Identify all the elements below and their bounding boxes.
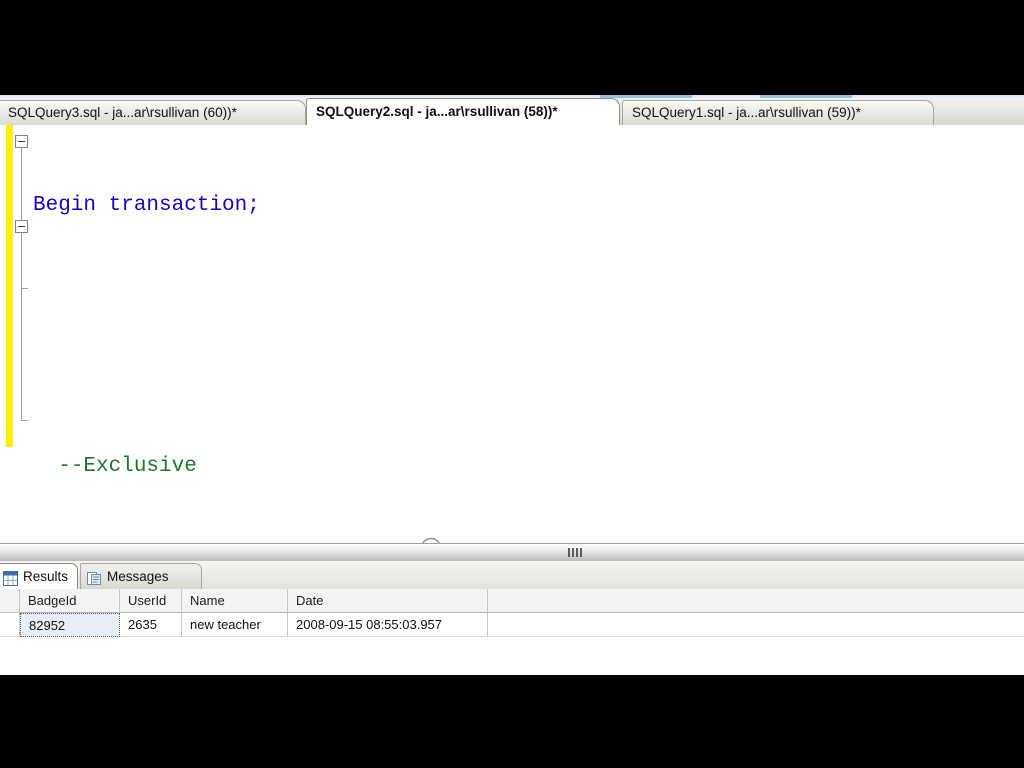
results-grid[interactable]: BadgeId UserId Name Date 82952 2635 new …: [0, 589, 1024, 677]
screenshot-root: SQLQuery3.sql - ja...ar\rsullivan (60))*…: [0, 0, 1024, 768]
token-transaction-lc: transaction: [108, 194, 248, 218]
document-tab-strip: SQLQuery3.sql - ja...ar\rsullivan (60))*…: [0, 98, 1024, 126]
results-tab-strip: Results Messages: [0, 561, 1024, 590]
tab-sqlquery1[interactable]: SQLQuery1.sql - ja...ar\rsullivan (59))*: [622, 100, 934, 125]
fold-line-1: [21, 148, 22, 220]
messages-icon: [87, 569, 102, 585]
fold-line-2: [21, 233, 22, 288]
ssms-window: SQLQuery3.sql - ja...ar\rsullivan (60))*…: [0, 93, 1024, 677]
token-semicolon-0: ;: [247, 194, 260, 218]
tab-messages-label: Messages: [107, 569, 169, 584]
results-pane: Results Messages BadgeId UserId Name Dat…: [0, 561, 1024, 677]
fold-box-begin-transaction[interactable]: [15, 135, 28, 148]
code-text[interactable]: Begin transaction; --Exclusive UPDATE ba…: [33, 125, 1013, 543]
cell-badgeid[interactable]: 82952: [20, 613, 120, 637]
outlining-gutter: [13, 125, 33, 543]
letterbox-bottom: [0, 675, 1024, 768]
fold-tick-rollback: [21, 420, 28, 421]
tab-results[interactable]: Results: [0, 563, 78, 589]
column-header-userid[interactable]: UserId: [120, 589, 182, 613]
tab-messages[interactable]: Messages: [80, 563, 202, 589]
column-header-badgeid[interactable]: BadgeId: [20, 589, 120, 613]
unsaved-changes-indicator: [6, 125, 13, 447]
letterbox-top: [0, 0, 1024, 95]
grid-header-row: BadgeId UserId Name Date: [0, 589, 1024, 613]
grip-dots-icon: [568, 548, 586, 558]
table-row[interactable]: 82952 2635 new teacher 2008-09-15 08:55:…: [0, 613, 1024, 637]
fold-tick-where: [21, 288, 28, 289]
sql-editor[interactable]: Begin transaction; --Exclusive UPDATE ba…: [0, 125, 1024, 543]
token-comment-exclusive: --Exclusive: [58, 454, 197, 478]
grid-icon: [3, 569, 18, 586]
grid-select-all-corner[interactable]: [0, 589, 20, 613]
grid-row-filler: [488, 613, 1024, 637]
code-line-1-blank: [33, 321, 1013, 354]
row-header-0[interactable]: [0, 613, 20, 637]
tab-sqlquery3[interactable]: SQLQuery3.sql - ja...ar\rsullivan (60))*: [0, 100, 306, 125]
cell-date[interactable]: 2008-09-15 08:55:03.957: [288, 613, 488, 637]
column-header-date[interactable]: Date: [288, 589, 488, 613]
tab-results-label: Results: [23, 569, 69, 584]
grid-header-filler: [488, 589, 1024, 613]
token-space-0: [96, 194, 109, 217]
fold-box-update[interactable]: [15, 220, 28, 233]
column-header-name[interactable]: Name: [182, 589, 288, 613]
code-line-2: --Exclusive: [33, 451, 1013, 484]
token-begin: Begin: [33, 194, 97, 218]
tab-sqlquery2[interactable]: SQLQuery2.sql - ja...ar\rsullivan (58))*: [306, 98, 620, 125]
fold-line-3: [21, 288, 22, 420]
cell-name[interactable]: new teacher: [182, 613, 288, 637]
code-line-0: Begin transaction;: [33, 190, 1013, 223]
cell-userid[interactable]: 2635: [120, 613, 182, 637]
editor-results-splitter[interactable]: [0, 543, 1024, 563]
